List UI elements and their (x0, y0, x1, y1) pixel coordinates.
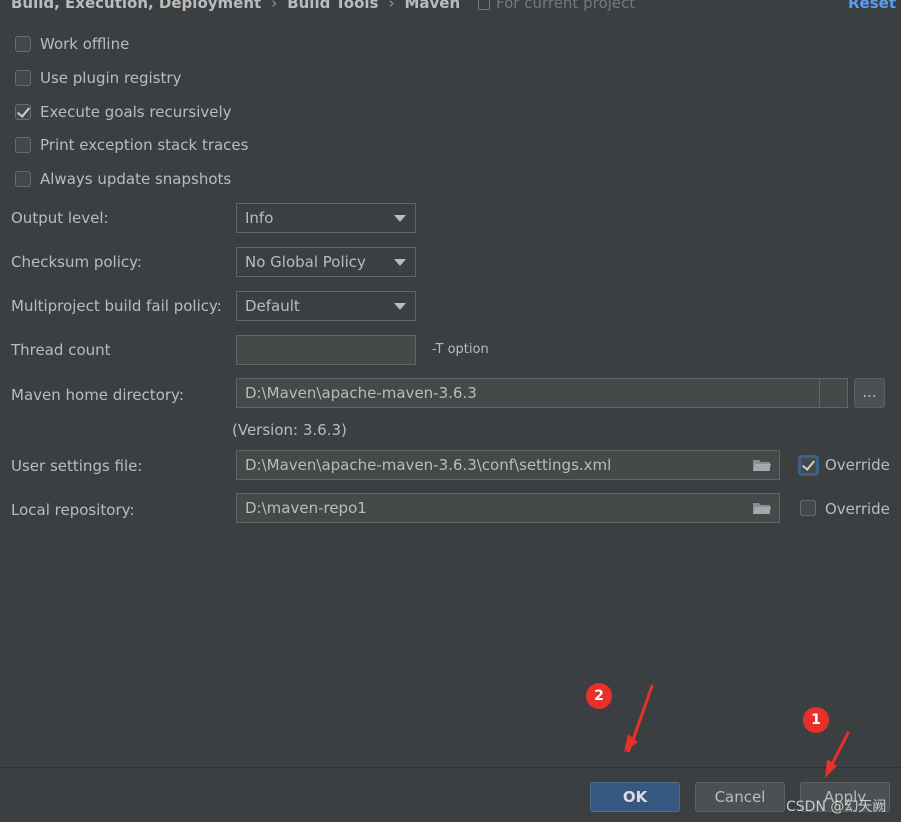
arrow-to-apply-head-icon (825, 759, 837, 778)
annotation-badge-2: 2 (586, 683, 612, 709)
annotation-badge-1: 1 (803, 707, 829, 733)
watermark-text: CSDN @幻天阙 (786, 799, 887, 815)
arrow-to-ok-head-icon (624, 734, 638, 752)
annotation-overlay (624, 684, 850, 778)
